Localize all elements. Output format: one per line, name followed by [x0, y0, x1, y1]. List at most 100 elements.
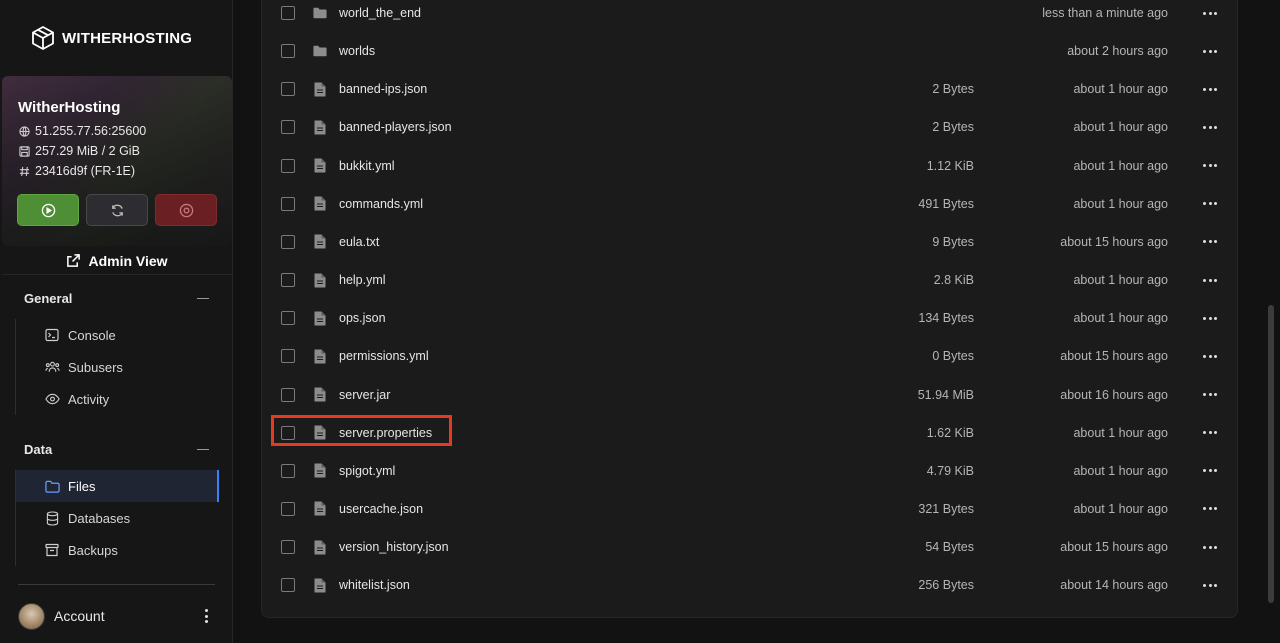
file-modified: about 15 hours ago [1060, 349, 1168, 364]
file-select-checkbox[interactable] [281, 82, 295, 97]
brand[interactable]: WITHERHOSTING [30, 25, 192, 51]
file-modified: about 1 hour ago [1073, 501, 1168, 516]
more-horizontal-icon[interactable] [1203, 87, 1217, 91]
file-select-checkbox[interactable] [281, 540, 295, 555]
file-row[interactable]: ops.json 134 Bytes about 1 hour ago [262, 299, 1239, 337]
more-horizontal-icon[interactable] [1203, 354, 1217, 358]
file-name[interactable]: server.jar [339, 388, 390, 402]
file-row[interactable]: usercache.json 321 Bytes about 1 hour ago [262, 490, 1239, 528]
file-select-checkbox[interactable] [281, 196, 295, 211]
more-horizontal-icon[interactable] [1203, 507, 1217, 511]
more-horizontal-icon[interactable] [1203, 431, 1217, 435]
file-name[interactable]: permissions.yml [339, 349, 429, 363]
sidebar-item-label: Databases [68, 510, 131, 526]
file-icon [313, 348, 327, 364]
sidebar-item-activity[interactable]: Activity [16, 383, 219, 415]
file-row[interactable]: spigot.yml 4.79 KiB about 1 hour ago [262, 452, 1239, 490]
file-name[interactable]: usercache.json [339, 502, 423, 516]
file-row[interactable]: world_the_end less than a minute ago [262, 0, 1239, 32]
file-row[interactable]: banned-players.json 2 Bytes about 1 hour a… [262, 108, 1239, 146]
section-general-header[interactable]: General [24, 291, 209, 306]
file-modified: about 2 hours ago [1067, 44, 1168, 59]
file-modified: about 1 hour ago [1073, 311, 1168, 326]
file-select-checkbox[interactable] [281, 463, 295, 478]
file-name[interactable]: bukkit.yml [339, 159, 395, 173]
sidebar-item-backups[interactable]: Backups [16, 534, 219, 566]
sidebar-item-databases[interactable]: Databases [16, 502, 219, 534]
file-row[interactable]: server.properties 1.62 KiB about 1 hour ag… [262, 414, 1239, 452]
file-row[interactable]: bukkit.yml 1.12 KiB about 1 hour ago [262, 147, 1239, 185]
file-modified: about 14 hours ago [1060, 578, 1168, 593]
more-horizontal-icon[interactable] [1203, 240, 1217, 244]
more-horizontal-icon[interactable] [1203, 393, 1217, 397]
admin-view-link[interactable]: Admin View [2, 247, 232, 275]
file-size: 0 Bytes [932, 349, 974, 364]
file-row[interactable]: banned-ips.json 2 Bytes about 1 hour ago [262, 70, 1239, 108]
more-horizontal-icon[interactable] [1203, 278, 1217, 282]
more-horizontal-icon[interactable] [1203, 11, 1217, 15]
collapse-minus-icon[interactable] [197, 297, 209, 300]
file-name[interactable]: worlds [339, 44, 375, 58]
more-vertical-icon[interactable] [199, 606, 213, 626]
file-select-checkbox[interactable] [281, 425, 295, 440]
brand-name: WITHERHOSTING [62, 29, 193, 47]
file-name[interactable]: banned-players.json [339, 120, 452, 134]
file-name[interactable]: banned-ips.json [339, 82, 427, 96]
file-select-checkbox[interactable] [281, 273, 295, 288]
more-horizontal-icon[interactable] [1203, 49, 1217, 53]
file-select-checkbox[interactable] [281, 234, 295, 249]
server-id: 23416d9f (FR-1E) [35, 164, 136, 178]
file-name[interactable]: version_history.json [339, 540, 449, 554]
file-row[interactable]: server.jar 51.94 MiB about 16 hours ago [262, 376, 1239, 414]
more-horizontal-icon[interactable] [1203, 545, 1217, 549]
file-row[interactable]: help.yml 2.8 KiB about 1 hour ago [262, 261, 1239, 299]
file-name[interactable]: server.properties [339, 426, 432, 440]
more-horizontal-icon[interactable] [1203, 469, 1217, 473]
sidebar-item-subusers[interactable]: Subusers [16, 351, 219, 383]
file-select-checkbox[interactable] [281, 387, 295, 402]
file-row[interactable]: whitelist.json 256 Bytes about 14 hours ag… [262, 566, 1239, 604]
file-select-checkbox[interactable] [281, 120, 295, 135]
file-row[interactable]: eula.txt 9 Bytes about 15 hours ago [262, 223, 1239, 261]
server-address[interactable]: 51.255.77.56:25600 [35, 124, 146, 138]
file-select-checkbox[interactable] [281, 501, 295, 516]
server-card: WitherHosting 51.255.77.56:25600 257.29 … [2, 76, 232, 246]
file-name[interactable]: spigot.yml [339, 464, 395, 478]
start-button[interactable] [17, 194, 79, 226]
sidebar-item-console[interactable]: Console [16, 319, 219, 351]
collapse-minus-icon[interactable] [197, 448, 209, 451]
file-modified: about 1 hour ago [1073, 463, 1168, 478]
file-name[interactable]: commands.yml [339, 197, 423, 211]
file-name[interactable]: eula.txt [339, 235, 379, 249]
file-name[interactable]: whitelist.json [339, 578, 410, 592]
stop-button[interactable] [155, 194, 217, 226]
file-name[interactable]: help.yml [339, 273, 386, 287]
file-name[interactable]: world_the_end [339, 6, 421, 20]
file-row[interactable]: version_history.json 54 Bytes about 15 hou… [262, 528, 1239, 566]
account-menu[interactable]: Account [18, 602, 213, 630]
more-horizontal-icon[interactable] [1203, 125, 1217, 129]
more-horizontal-icon[interactable] [1203, 164, 1217, 168]
file-row[interactable]: commands.yml 491 Bytes about 1 hour ago [262, 185, 1239, 223]
sidebar-item-files[interactable]: Files [16, 470, 219, 502]
file-select-checkbox[interactable] [281, 578, 295, 593]
restart-button[interactable] [86, 194, 148, 226]
sidebar-item-label: Activity [68, 391, 110, 407]
more-horizontal-icon[interactable] [1203, 202, 1217, 206]
section-data-header[interactable]: Data [24, 442, 209, 457]
scrollbar[interactable] [1268, 305, 1274, 603]
more-horizontal-icon[interactable] [1203, 583, 1217, 587]
file-row[interactable]: permissions.yml 0 Bytes about 15 hours ago [262, 337, 1239, 375]
file-row[interactable]: worlds about 2 hours ago [262, 32, 1239, 70]
file-select-checkbox[interactable] [281, 158, 295, 173]
users-icon [44, 359, 60, 375]
file-select-checkbox[interactable] [281, 311, 295, 326]
server-memory-line: 257.29 MiB / 2 GiB [18, 144, 140, 158]
file-select-checkbox[interactable] [281, 44, 295, 59]
file-name[interactable]: ops.json [339, 311, 386, 325]
file-size: 51.94 MiB [917, 387, 974, 402]
more-horizontal-icon[interactable] [1203, 316, 1217, 320]
file-select-checkbox[interactable] [281, 6, 295, 20]
file-select-checkbox[interactable] [281, 349, 295, 364]
file-size: 491 Bytes [918, 196, 974, 211]
